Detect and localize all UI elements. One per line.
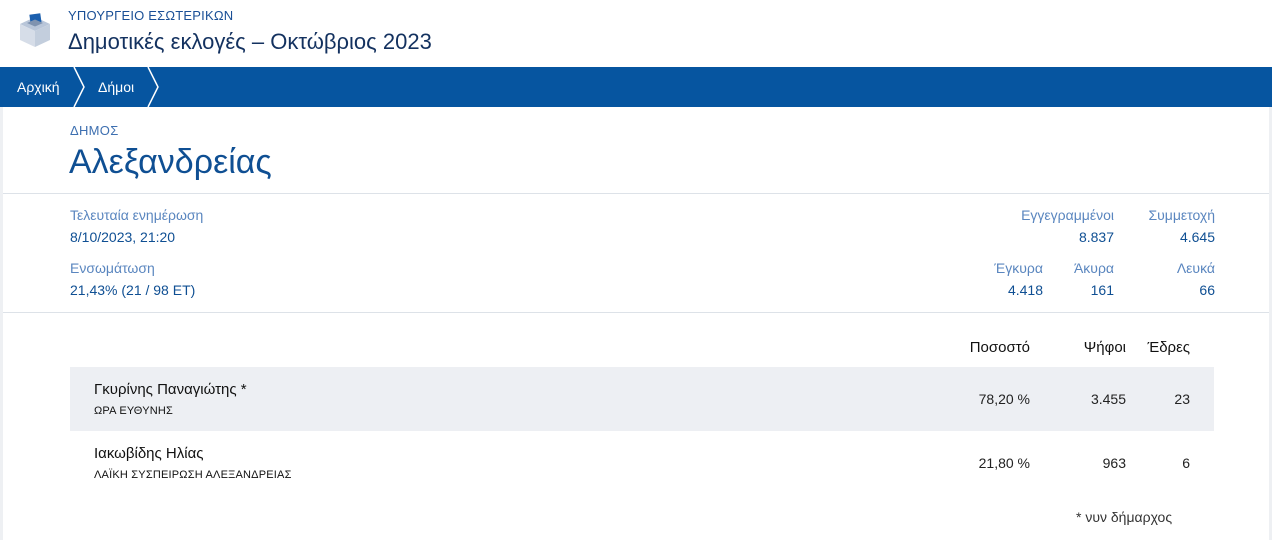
blank-value: 66 — [1199, 282, 1215, 298]
left-gutter — [0, 107, 3, 540]
votes-value: 3.455 — [1090, 391, 1126, 407]
column-header-seats: Έδρες — [1147, 339, 1190, 356]
breadcrumb-home[interactable]: Αρχική — [17, 67, 60, 107]
invalid-value: 161 — [1090, 282, 1114, 298]
percent-value: 78,20 % — [978, 391, 1030, 407]
last-update-value: 8/10/2023, 21:20 — [70, 229, 176, 245]
municipality-kicker: ΔΗΜΟΣ — [70, 123, 119, 138]
turnout-value: 4.645 — [1179, 229, 1215, 245]
votes-value: 963 — [1102, 455, 1126, 471]
divider — [3, 193, 1269, 194]
blank-label: Λευκά — [1176, 260, 1215, 276]
integration-value: 21,43% (21 / 98 ΕΤ) — [70, 282, 196, 298]
last-update-label: Τελευταία ενημέρωση — [70, 207, 204, 223]
divider — [3, 312, 1269, 313]
party-name: ΩΡΑ ΕΥΘΥΝΗΣ — [94, 405, 174, 417]
candidate-name: Γκυρίνης Παναγιώτης * — [94, 381, 247, 398]
breadcrumb: Αρχική Δήμοι — [0, 67, 1272, 107]
chevron-right-icon — [73, 67, 85, 107]
invalid-label: Άκυρα — [1073, 260, 1114, 276]
site-title[interactable]: Δημοτικές εκλογές – Οκτώβριος 2023 — [68, 29, 432, 55]
breadcrumb-municipalities[interactable]: Δήμοι — [98, 67, 134, 107]
party-name: ΛΑΪΚΗ ΣΥΣΠΕΙΡΩΣΗ ΑΛΕΞΑΝΔΡΕΙΑΣ — [94, 469, 292, 481]
column-header-votes: Ψήφοι — [1083, 339, 1126, 356]
seats-value: 23 — [1174, 391, 1190, 407]
footnote: * νυν δήμαρχος — [1076, 509, 1173, 525]
table-row[interactable]: Ιακωβίδης Ηλίας ΛΑΪΚΗ ΣΥΣΠΕΙΡΩΣΗ ΑΛΕΞΑΝΔ… — [70, 431, 1214, 495]
ministry-name: ΥΠΟΥΡΓΕΙΟ ΕΣΩΤΕΡΙΚΩΝ — [68, 8, 234, 23]
percent-value: 21,80 % — [978, 455, 1030, 471]
candidate-name: Ιακωβίδης Ηλίας — [94, 445, 204, 462]
main-content: ΔΗΜΟΣ Αλεξανδρείας Τελευταία ενημέρωση 8… — [0, 107, 1272, 540]
seats-value: 6 — [1182, 455, 1190, 471]
municipality-name: Αλεξανδρείας — [69, 143, 272, 181]
registered-label: Εγγεγραμμένοι — [1021, 207, 1114, 223]
ballot-box-icon[interactable] — [17, 12, 53, 48]
site-header: ΥΠΟΥΡΓΕΙΟ ΕΣΩΤΕΡΙΚΩΝ Δημοτικές εκλογές –… — [0, 0, 1272, 67]
valid-value: 4.418 — [1007, 282, 1043, 298]
column-header-percent: Ποσοστό — [969, 339, 1030, 356]
integration-label: Ενσωμάτωση — [70, 260, 155, 276]
chevron-right-icon — [147, 67, 159, 107]
turnout-label: Συμμετοχή — [1148, 207, 1215, 223]
registered-value: 8.837 — [1078, 229, 1114, 245]
valid-label: Έγκυρα — [994, 260, 1043, 276]
table-row[interactable]: Γκυρίνης Παναγιώτης * ΩΡΑ ΕΥΘΥΝΗΣ 78,20 … — [70, 367, 1214, 431]
